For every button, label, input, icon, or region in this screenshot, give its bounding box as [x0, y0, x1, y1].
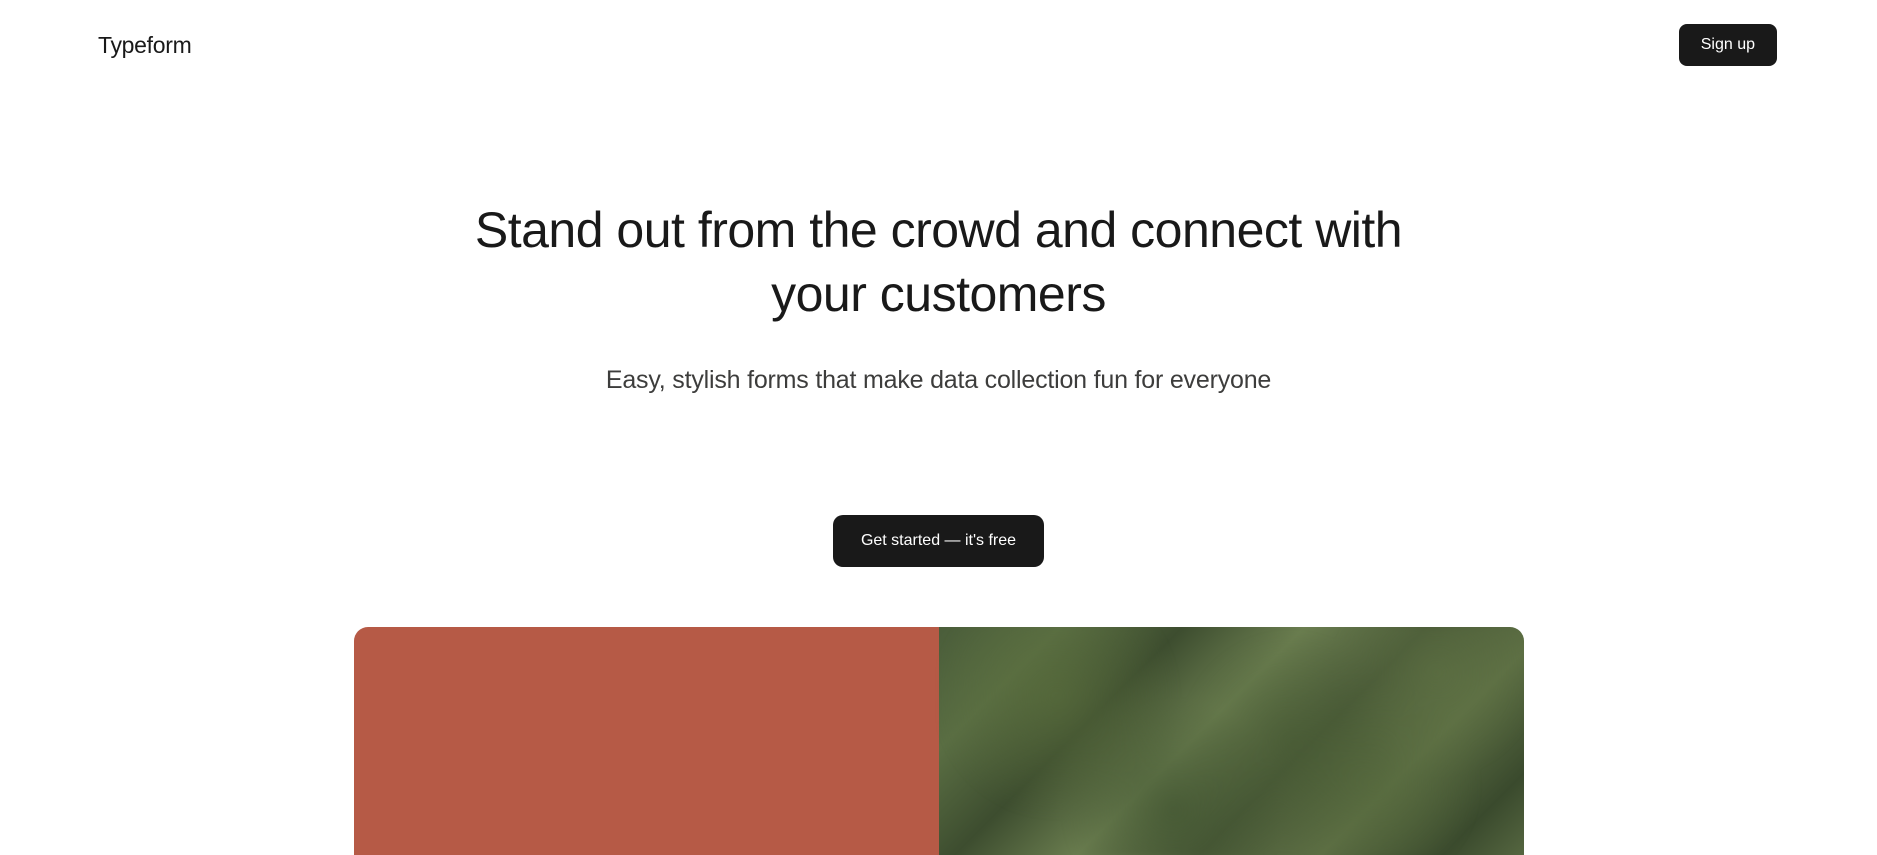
hero-image-left-panel — [354, 627, 939, 855]
hero-image — [354, 627, 1524, 855]
hero-section: Stand out from the crowd and connect wit… — [439, 90, 1439, 567]
hero-subtitle: Easy, stylish forms that make data colle… — [439, 366, 1439, 395]
logo[interactable]: Typeform — [98, 32, 191, 59]
hero-image-right-panel — [939, 627, 1524, 855]
signup-button[interactable]: Sign up — [1679, 24, 1777, 66]
get-started-button[interactable]: Get started — it's free — [833, 515, 1044, 567]
header: Typeform Sign up — [0, 0, 1877, 90]
hero-title: Stand out from the crowd and connect wit… — [439, 198, 1439, 326]
